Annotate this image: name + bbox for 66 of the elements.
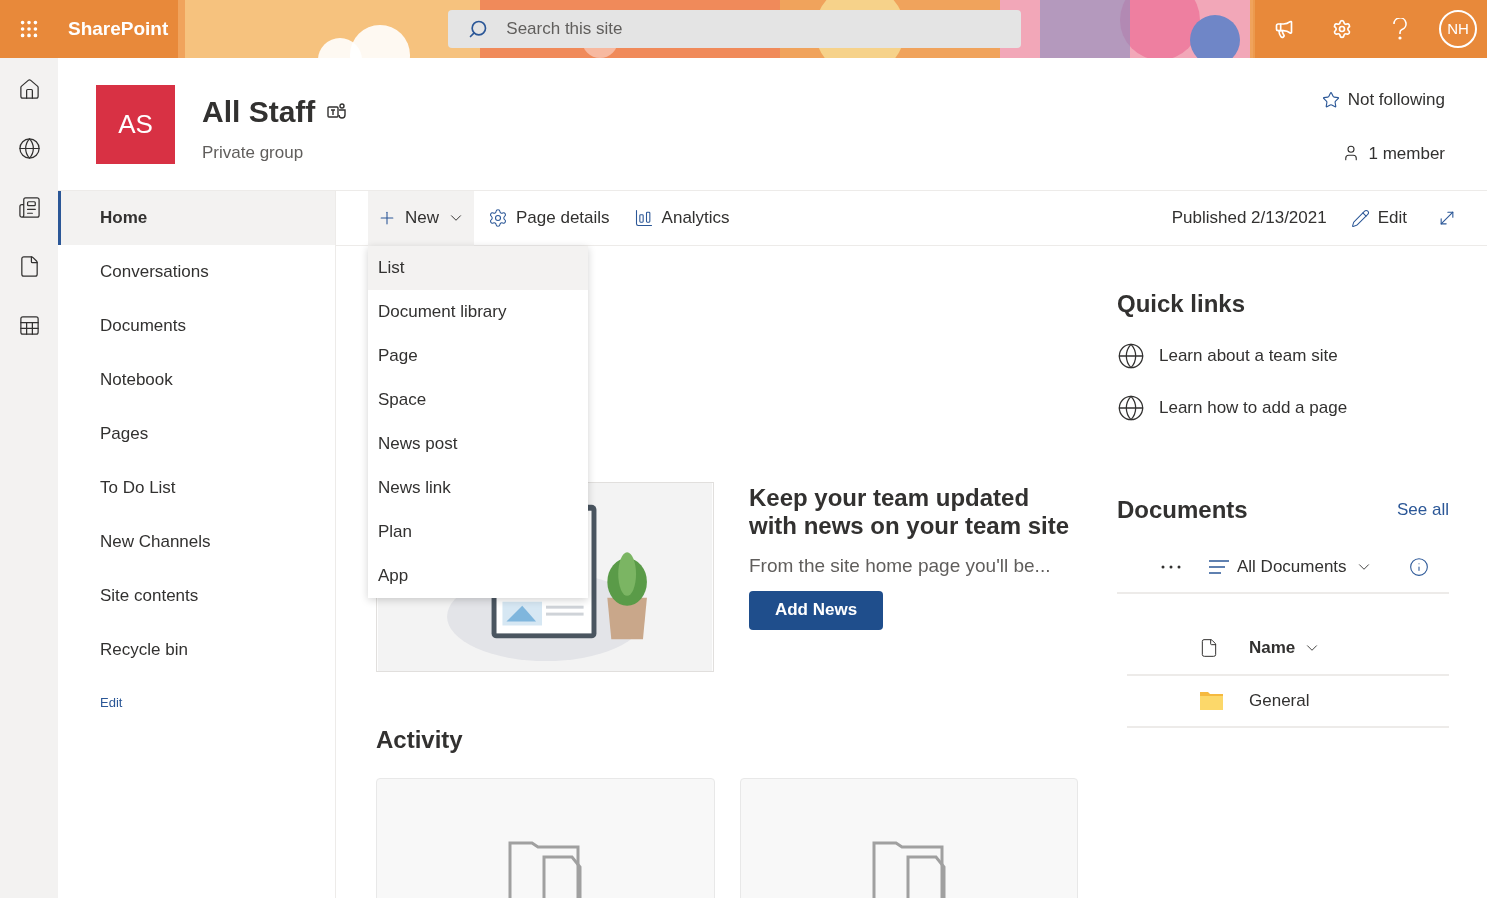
search-icon [468, 19, 489, 39]
newspaper-icon[interactable] [17, 196, 41, 219]
nav-item[interactable]: Notebook [58, 353, 335, 407]
members-button[interactable]: 1 member [1342, 140, 1445, 166]
nav-item[interactable]: Documents [58, 299, 335, 353]
name-column-header[interactable]: Name [1249, 635, 1322, 661]
globe-icon[interactable] [17, 137, 41, 160]
news-description: From the site home page you'll be... [749, 554, 1052, 578]
megaphone-icon [1274, 19, 1294, 39]
help-icon [1393, 18, 1407, 40]
document-row[interactable]: General [1127, 676, 1449, 728]
menu-item[interactable]: News link [368, 466, 588, 510]
menu-item[interactable]: App [368, 554, 588, 598]
chart-icon [633, 208, 654, 228]
menu-item[interactable]: List [368, 246, 588, 290]
quick-link[interactable]: Learn about a team site [1117, 342, 1449, 370]
home-icon[interactable] [17, 78, 41, 101]
teams-icon [327, 103, 348, 121]
menu-item[interactable]: News post [368, 422, 588, 466]
nav-edit-link[interactable]: Edit [100, 693, 335, 713]
nav-item[interactable]: Recycle bin [58, 623, 335, 677]
app-launcher-icon [18, 18, 40, 40]
new-button[interactable]: New [368, 190, 474, 246]
menu-item[interactable]: Page [368, 334, 588, 378]
nav-item[interactable]: Home [58, 191, 335, 245]
documents-heading: Documents [1117, 495, 1248, 525]
nav-item[interactable]: New Channels [58, 515, 335, 569]
globe-icon [1117, 394, 1145, 422]
settings-icon [1332, 19, 1352, 39]
info-icon[interactable] [1409, 557, 1429, 577]
site-title[interactable]: All Staff [202, 94, 316, 130]
folder-document-icon [871, 839, 946, 898]
menu-item[interactable]: Plan [368, 510, 588, 554]
file-icon [1199, 638, 1219, 658]
folder-icon [1200, 692, 1223, 710]
menu-item[interactable]: Space [368, 378, 588, 422]
activity-heading: Activity [376, 725, 464, 755]
site-logo: AS [96, 85, 175, 164]
pencil-icon [1350, 208, 1370, 228]
see-all-link[interactable]: See all [1397, 497, 1449, 523]
globe-icon [1117, 342, 1145, 370]
document-name: General [1249, 690, 1310, 713]
nav-item[interactable]: Conversations [58, 245, 335, 299]
nav-item[interactable]: Site contents [58, 569, 335, 623]
nav-item[interactable]: To Do List [58, 461, 335, 515]
add-news-button[interactable]: Add News [749, 590, 883, 630]
news-heading: Keep your team updated with news on your team site [749, 484, 1071, 540]
analytics-button[interactable]: Analytics [633, 205, 730, 231]
lines-icon [1209, 560, 1229, 574]
star-icon [1321, 90, 1340, 109]
search-field[interactable]: Search this site [448, 10, 1022, 48]
list-icon[interactable] [17, 314, 41, 337]
settings-icon [488, 208, 508, 228]
menu-item[interactable]: Document library [368, 290, 588, 334]
edit-button[interactable]: Edit [1350, 205, 1407, 231]
quick-link[interactable]: Learn how to add a page [1117, 394, 1449, 422]
site-subtitle: Private group [202, 142, 305, 164]
more-icon [1161, 565, 1181, 569]
follow-button[interactable]: Not following [1321, 87, 1445, 113]
nav-item[interactable]: Pages [58, 407, 335, 461]
page-details-button[interactable]: Page details [488, 205, 610, 231]
folder-document-icon [508, 839, 583, 898]
quick-links-heading: Quick links [1117, 289, 1247, 319]
more-button[interactable] [1161, 565, 1181, 569]
published-date: Published 2/13/2021 [1171, 207, 1327, 230]
view-selector[interactable]: All Documents [1209, 554, 1373, 580]
